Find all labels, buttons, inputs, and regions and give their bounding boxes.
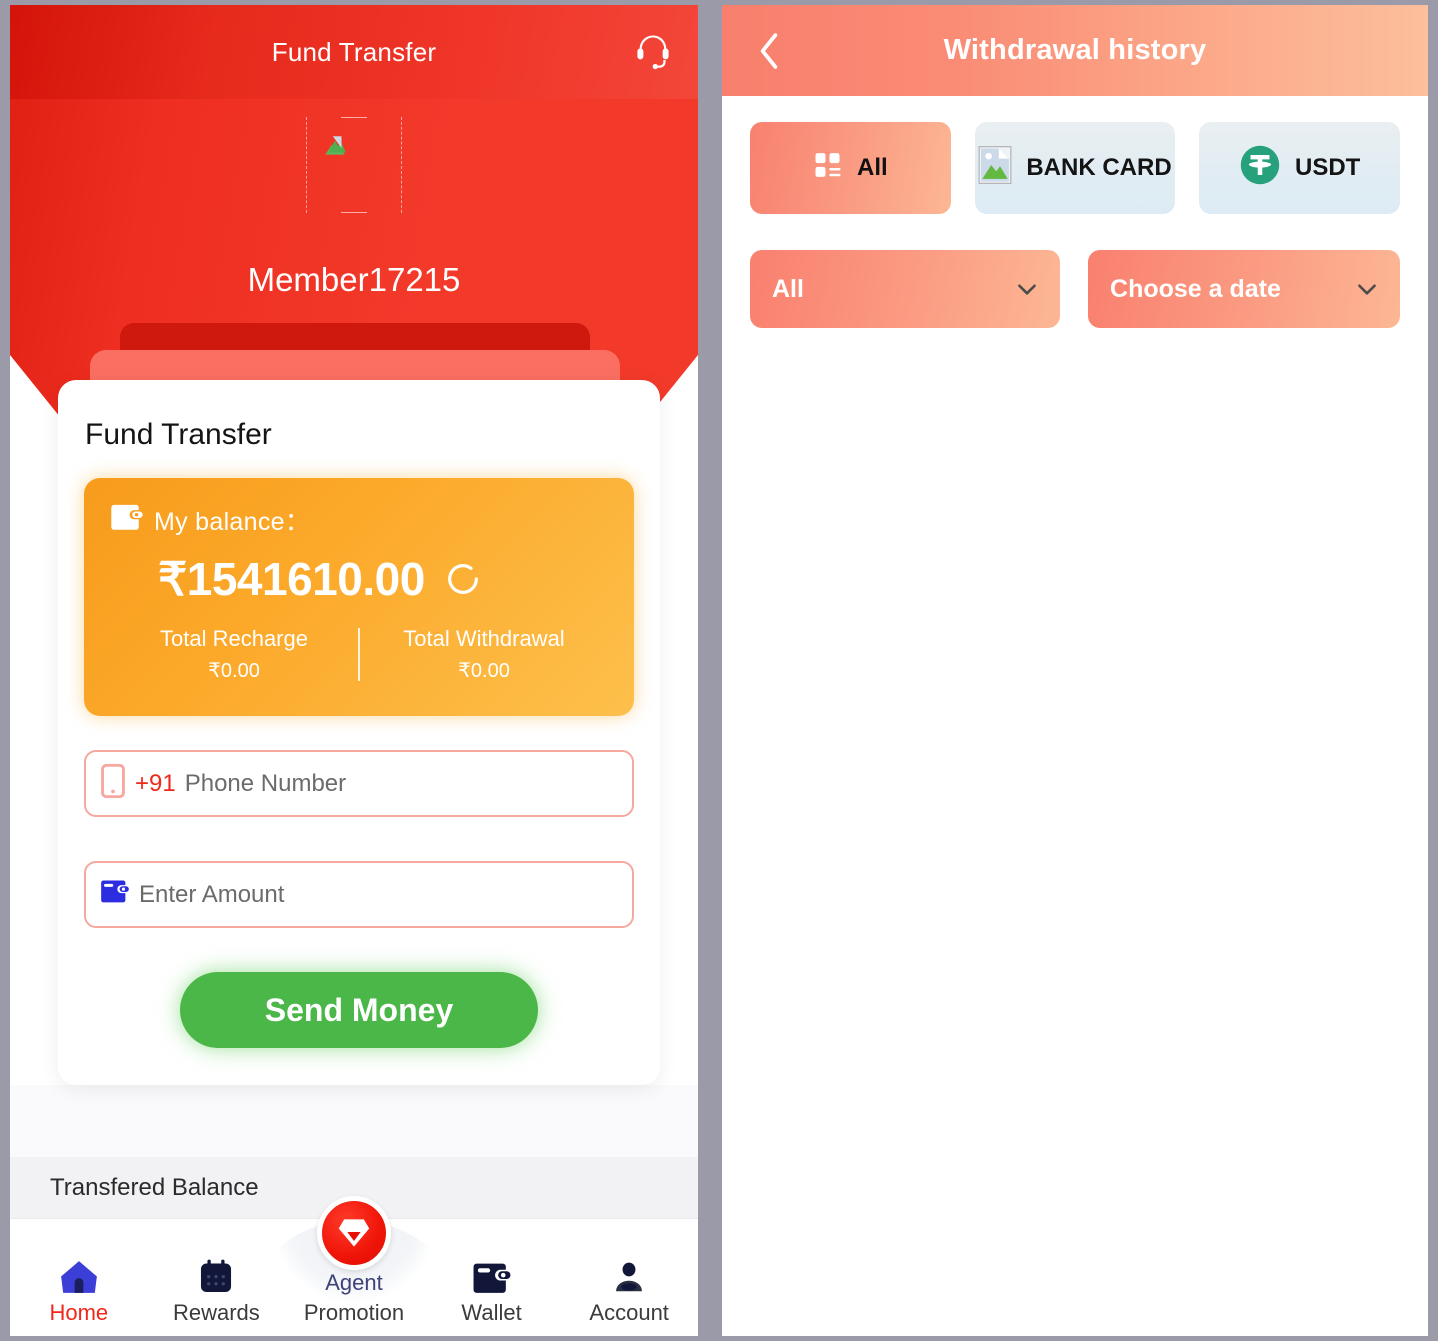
send-money-button[interactable]: Send Money bbox=[180, 972, 538, 1048]
calendar-icon bbox=[197, 1252, 235, 1296]
tab-usdt[interactable]: USDT bbox=[1199, 122, 1401, 214]
home-icon-svg bbox=[60, 1261, 97, 1293]
amount-wallet-icon-svg bbox=[101, 880, 129, 903]
promotion-badge-button[interactable] bbox=[317, 1196, 391, 1270]
nav-label-promotion: Promotion bbox=[303, 1300, 405, 1325]
card-title: Fund Transfer bbox=[85, 418, 272, 451]
headset-icon[interactable] bbox=[630, 29, 676, 75]
chevron-down-icon bbox=[1354, 276, 1380, 302]
mobile-phone-icon-svg bbox=[101, 763, 125, 799]
tab-all-label: All bbox=[857, 154, 888, 181]
grid-dashboard-icon-svg bbox=[815, 152, 841, 177]
chevron-down-icon bbox=[1014, 276, 1040, 302]
nav-label-home: Home bbox=[49, 1300, 109, 1325]
calendar-icon-svg bbox=[201, 1259, 232, 1293]
amount-placeholder: Enter Amount bbox=[139, 880, 285, 908]
status-select[interactable]: All bbox=[750, 250, 1061, 328]
balance-label: My balance： bbox=[154, 508, 311, 536]
fund-transfer-screen: Fund Transfer Member17215 Fund Transfer … bbox=[10, 5, 698, 1336]
nav-item-rewards[interactable]: Rewards bbox=[148, 1252, 286, 1336]
total-recharge-label: Total Recharge bbox=[160, 626, 308, 651]
date-select[interactable]: Choose a date bbox=[1088, 250, 1400, 328]
status-select-value: All bbox=[772, 274, 804, 303]
phone-number-placeholder: Phone Number bbox=[184, 769, 347, 797]
tether-usdt-icon bbox=[1239, 144, 1281, 193]
tab-usdt-label: USDT bbox=[1295, 154, 1361, 181]
nav-item-account[interactable]: Account bbox=[560, 1252, 698, 1336]
tab-bank-card[interactable]: BANK CARD bbox=[974, 122, 1176, 214]
balance-card: My balance： ₹1541610.00 Total Recharge ₹… bbox=[84, 478, 634, 716]
home-icon bbox=[59, 1252, 99, 1296]
nav-behind-text: Agent bbox=[325, 1270, 383, 1295]
withdrawal-type-tabs: All BANK CARD USDT bbox=[722, 96, 1428, 214]
broken-image-icon bbox=[978, 145, 1012, 191]
broken-image-glyph bbox=[325, 136, 346, 155]
broken-image-icon-svg bbox=[978, 145, 1012, 184]
chevron-left-icon-svg bbox=[760, 32, 778, 69]
bottom-navigation: Home Rewards Agent Promotion Wallet Acco… bbox=[10, 1196, 698, 1336]
withdrawal-history-screen: Withdrawal history All BANK CARD USDT Al… bbox=[722, 5, 1428, 1336]
fund-transfer-topbar: Fund Transfer bbox=[10, 5, 698, 99]
wallet-icon-svg bbox=[111, 504, 143, 530]
date-select-value: Choose a date bbox=[1110, 274, 1281, 303]
amount-field[interactable]: Enter Amount bbox=[84, 861, 634, 928]
grid-dashboard-icon bbox=[813, 150, 843, 187]
nav-label-rewards: Rewards bbox=[172, 1300, 260, 1325]
total-withdrawal-stat: Total Withdrawal ₹0.00 bbox=[360, 626, 608, 683]
nav-wallet-icon-svg bbox=[473, 1263, 511, 1293]
total-recharge-value: ₹0.00 bbox=[208, 660, 260, 682]
refresh-icon[interactable] bbox=[443, 559, 483, 599]
mobile-phone-icon bbox=[100, 763, 126, 803]
page-background-band bbox=[10, 1085, 698, 1157]
chevron-down-icon-svg-2 bbox=[1358, 284, 1376, 295]
balance-amount: ₹1541610.00 bbox=[158, 553, 425, 605]
total-withdrawal-value: ₹0.00 bbox=[458, 660, 510, 682]
wallet-icon bbox=[100, 879, 130, 910]
nav-label-account: Account bbox=[589, 1300, 669, 1325]
page-title: Fund Transfer bbox=[271, 36, 437, 67]
total-withdrawal-label: Total Withdrawal bbox=[403, 626, 565, 651]
tab-all[interactable]: All bbox=[750, 122, 951, 214]
tab-bank-card-label: BANK CARD bbox=[1026, 154, 1172, 181]
person-icon-svg bbox=[616, 1262, 643, 1292]
member-name: Member17215 bbox=[247, 261, 461, 298]
phone-number-field[interactable]: +91 Phone Number bbox=[84, 750, 634, 817]
person-icon bbox=[611, 1252, 647, 1296]
transfered-balance-label: Transfered Balance bbox=[50, 1174, 259, 1201]
nav-label-wallet: Wallet bbox=[461, 1300, 522, 1325]
refresh-icon-svg bbox=[447, 564, 478, 594]
tether-usdt-icon-svg bbox=[1240, 145, 1280, 184]
fund-transfer-card: Fund Transfer My balance： ₹1541610.00 To… bbox=[58, 380, 660, 1085]
withdrawal-filters: All Choose a date bbox=[722, 214, 1428, 328]
withdrawal-history-header: Withdrawal history bbox=[722, 5, 1428, 96]
total-recharge-stat: Total Recharge ₹0.00 bbox=[110, 626, 358, 683]
diamond-chevron-icon bbox=[338, 1219, 370, 1247]
chevron-left-icon[interactable] bbox=[752, 31, 786, 71]
chevron-down-icon-svg bbox=[1018, 284, 1036, 295]
avatar[interactable] bbox=[306, 117, 402, 213]
country-code: +91 bbox=[135, 769, 176, 797]
withdrawal-history-title: Withdrawal history bbox=[943, 34, 1207, 66]
wallet-icon bbox=[472, 1252, 512, 1296]
nav-item-wallet[interactable]: Wallet bbox=[423, 1252, 561, 1336]
screenshot-root: Fund Transfer Member17215 Fund Transfer … bbox=[0, 0, 1438, 1341]
wallet-icon bbox=[110, 503, 144, 538]
broken-image-icon bbox=[306, 117, 402, 213]
headset-icon-svg bbox=[637, 35, 669, 70]
nav-item-home[interactable]: Home bbox=[10, 1252, 148, 1336]
